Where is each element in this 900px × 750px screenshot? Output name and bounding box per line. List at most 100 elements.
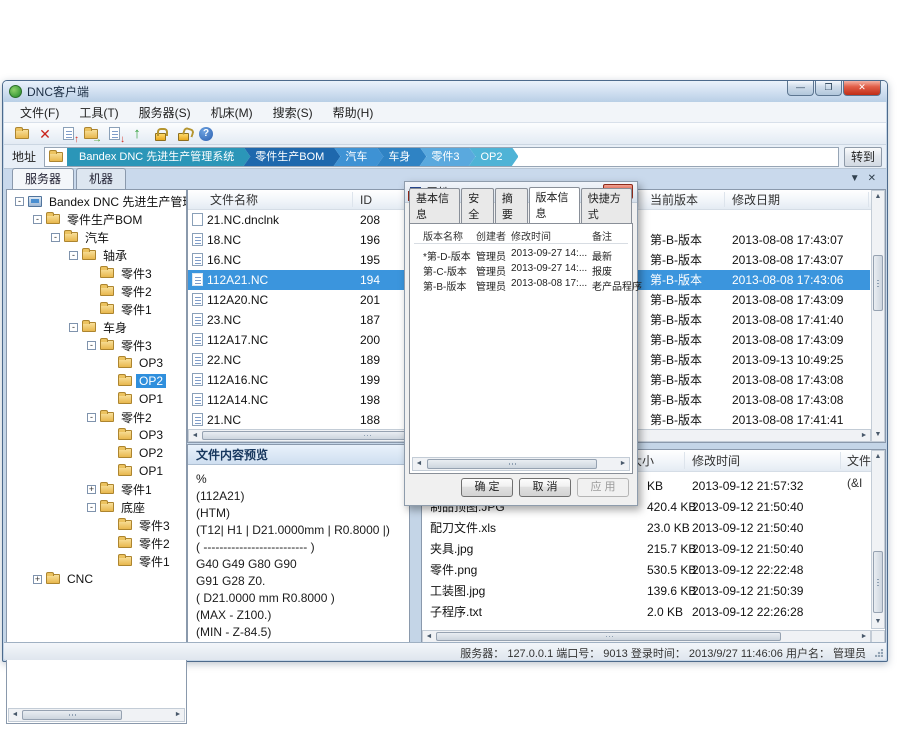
check-in-doc-icon[interactable]: ↑ [58,125,78,143]
dialog-tab-摘要[interactable]: 摘要 [495,188,528,224]
menu-item-T[interactable]: 工具(T) [69,102,128,123]
tree-node-车身[interactable]: -车身 [69,318,130,336]
tree-node-零件3[interactable]: 零件3 [105,516,173,534]
file-id: 201 [360,290,380,310]
resize-grip[interactable] [875,649,883,657]
dialog-button-确定[interactable]: 确 定 [461,478,513,497]
tree-node-零件1[interactable]: +零件1 [87,480,155,498]
tree-node-OP2[interactable]: OP2 [105,444,166,462]
tree-node-OP3[interactable]: OP3 [105,354,166,372]
tree-node-OP2[interactable]: OP2 [105,372,166,390]
column-header-attachment[interactable]: 修改时间 [692,450,740,472]
upload-arrow-icon[interactable]: ↑ [127,125,147,143]
file-list-vscrollbar[interactable]: ▲ ▼ [871,190,885,442]
tree-expander-icon[interactable]: - [87,341,96,350]
tree-node-底座[interactable]: -底座 [87,498,148,516]
help-icon[interactable]: ? [196,125,216,143]
unlock-icon[interactable] [173,125,193,143]
version-column-备注[interactable]: 备注 [592,228,612,243]
tree-expander-icon[interactable]: - [87,413,96,422]
column-header-当前版本[interactable]: 当前版本 [650,190,698,210]
tree-expander-icon[interactable]: - [33,215,42,224]
version-column-修改时间[interactable]: 修改时间 [511,228,551,243]
menu-item-S[interactable]: 服务器(S) [129,102,201,123]
tree-node-OP1[interactable]: OP1 [105,390,166,408]
tree-node-零件生产BOM[interactable]: -零件生产BOM [33,210,145,228]
tree-expander-icon[interactable]: - [69,251,78,260]
folder-icon [100,484,114,494]
go-button[interactable]: 转到 [844,147,882,167]
breadcrumb-segment[interactable]: 零件生产BOM [243,147,340,167]
tree-node-OP3[interactable]: OP3 [105,426,166,444]
tree-node-零件2[interactable]: -零件2 [87,408,155,426]
tree-expander-icon[interactable]: + [87,485,96,494]
check-out-doc-icon[interactable]: ↓ [104,125,124,143]
attachment-vscrollbar[interactable]: ▲ ▼ [871,450,885,629]
attachment-row-工装图.jpg[interactable]: 工装图.jpg139.6 KB2013-09-12 21:50:39 [422,581,870,602]
tree-node-label: OP1 [136,464,166,478]
dialog-tab-基本信息[interactable]: 基本信息 [409,188,460,224]
tree-node-OP1[interactable]: OP1 [105,462,166,480]
tree-hscrollbar[interactable]: ◄► [8,708,185,722]
dialog-tab-版本信息[interactable]: 版本信息 [529,187,580,224]
tree-node-CNC[interactable]: +CNC [33,570,96,588]
tree-expander-icon[interactable]: + [33,575,42,584]
breadcrumb[interactable]: Bandex DNC 先进生产管理系统零件生产BOM汽车车身零件3OP2 [44,147,839,167]
close-button[interactable]: ✕ [843,81,881,96]
lock-icon[interactable] [150,125,170,143]
menu-item-H[interactable]: 帮助(H) [323,102,384,123]
dialog-hscrollbar[interactable]: ◄ ► [412,457,630,471]
tree-expander-icon[interactable]: - [51,233,60,242]
attachment-row-配刀文件.xls[interactable]: 配刀文件.xls23.0 KB2013-09-12 21:50:40 [422,518,870,539]
breadcrumb-segment[interactable]: OP2 [468,147,518,167]
file-version: 第-B-版本 [650,330,702,350]
column-header-修改日期[interactable]: 修改日期 [732,190,780,210]
tree-node-零件3[interactable]: 零件3 [87,264,155,282]
tree-node-零件1[interactable]: 零件1 [105,552,173,570]
tree-node-零件3[interactable]: - 零件3 [87,336,155,354]
panel-tab-服务器[interactable]: 服务器 [12,168,74,189]
new-folder-icon[interactable] [12,125,32,143]
import-folder-icon[interactable]: → [81,125,101,143]
maximize-button[interactable]: ❐ [815,81,842,96]
tree-node-零件2[interactable]: 零件2 [105,534,173,552]
column-header-ID[interactable]: ID [360,190,372,210]
menu-item-M[interactable]: 机床(M) [201,102,263,123]
attachment-size: 2.0 KB [647,602,683,623]
minimize-button[interactable]: — [787,81,814,96]
preview-line: (T12| H1 | D21.0000mm | R0.8000 |) [196,522,390,539]
breadcrumb-segment[interactable]: 车身 [376,147,426,167]
version-cell: 管理员 [476,263,506,278]
attachment-row-零件.png[interactable]: 零件.png530.5 KB2013-09-12 22:22:48 [422,560,870,581]
version-column-创建者[interactable]: 创建者 [476,228,506,243]
menu-item-S[interactable]: 搜索(S) [263,102,323,123]
dialog-tab-快捷方式[interactable]: 快捷方式 [581,188,632,224]
dialog-tab-安全[interactable]: 安全 [461,188,494,224]
tree-node-轴承[interactable]: -轴承 [69,246,130,264]
panel-tab-机器[interactable]: 机器 [76,168,126,189]
tab-close-icon[interactable]: ✕ [868,172,876,186]
tree-node-零件2[interactable]: 零件2 [87,282,155,300]
breadcrumb-segment[interactable]: Bandex DNC 先进生产管理系统 [67,147,250,167]
menu-item-F[interactable]: 文件(F) [10,102,69,123]
tree-expander-icon[interactable]: - [87,503,96,512]
version-column-版本名称[interactable]: 版本名称 [423,228,463,243]
version-cell: 最新 [592,248,612,263]
title-bar[interactable]: DNC客户端 —❐✕ [3,81,887,102]
tree-node-汽车[interactable]: -汽车 [51,228,112,246]
breadcrumb-segment[interactable]: 零件3 [419,147,475,167]
attachment-row-子程序.txt[interactable]: 子程序.txt2.0 KB2013-09-12 22:26:28 [422,602,870,623]
tab-dropdown-icon[interactable]: ▼ [850,172,860,186]
dialog-button-取消[interactable]: 取 消 [519,478,571,497]
tree-expander-icon[interactable]: - [69,323,78,332]
version-cell: 管理员 [476,248,506,263]
attachment-row-夹具.jpg[interactable]: 夹具.jpg215.7 KB2013-09-12 21:50:40 [422,539,870,560]
breadcrumb-segment[interactable]: 汽车 [333,147,383,167]
tree-expander-icon[interactable]: - [15,197,24,206]
tree-node-label: 零件3 [118,337,155,354]
file-version: 第-B-版本 [650,250,702,270]
column-header-文件名称[interactable]: 文件名称 [210,190,258,210]
delete-icon[interactable]: ✕ [35,125,55,143]
tree-node-零件1[interactable]: 零件1 [87,300,155,318]
tree-node-Bandex DNC 先进生产管理系统[interactable]: -Bandex DNC 先进生产管理系统 [15,192,187,210]
